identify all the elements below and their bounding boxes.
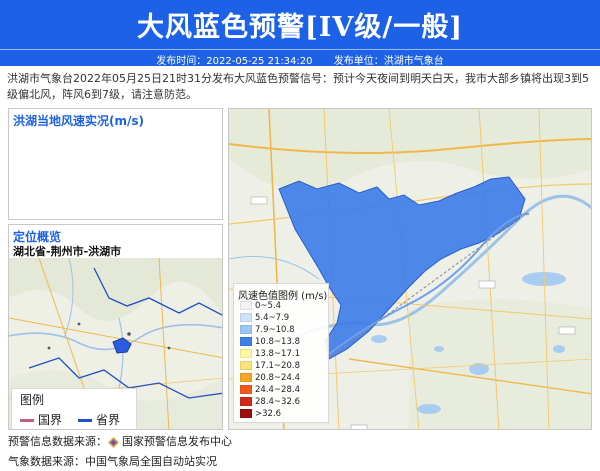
warning-source-label: 预警信息数据来源： [8, 435, 107, 448]
header-divider [0, 49, 600, 50]
warning-header: 大风蓝色预警[IV级/一般] 发布时间：2022-05-25 21:34:20 … [0, 0, 600, 67]
province-border-line-icon [78, 419, 92, 422]
national-border-line-icon [20, 419, 34, 422]
warning-description: 洪湖市气象台2022年05月25日21时31分发布大风蓝色预警信号：预计今天夜间… [7, 72, 589, 101]
warning-center-logo-icon [108, 436, 119, 448]
color-swatch-icon [240, 373, 252, 382]
wind-legend-item: 0~5.4 [240, 301, 281, 312]
wind-legend-item: >32.6 [240, 409, 281, 420]
wind-legend-item: 7.9~10.8 [240, 325, 295, 336]
wind-legend-title: 风速色值图例 (m/s) [238, 291, 328, 302]
legend-national-border: 国界 [20, 411, 62, 428]
wind-speed-panel: 洪湖当地风速实况(m/s) [8, 108, 223, 220]
warning-meta: 发布时间：2022-05-25 21:34:20 发布单位：洪湖市气象台 [0, 52, 600, 67]
color-swatch-icon [240, 409, 252, 418]
publisher: 发布单位：洪湖市气象台 [333, 56, 444, 67]
warning-source-name[interactable]: 国家预警信息发布中心 [122, 435, 232, 448]
color-swatch-icon [240, 325, 252, 334]
color-swatch-icon [240, 349, 252, 358]
location-name: 湖北省-荆州市-洪湖市 [13, 245, 122, 258]
wind-legend-item: 20.8~24.4 [240, 373, 300, 384]
location-overview-panel: 定位概览 湖北省-荆州市-洪湖市 图例 国界 省界 [8, 224, 223, 430]
color-swatch-icon [240, 301, 252, 310]
color-swatch-icon [240, 385, 252, 394]
color-swatch-icon [240, 337, 252, 346]
color-swatch-icon [240, 313, 252, 322]
wind-speed-legend: 风速色值图例 (m/s) 0~5.4 5.4~7.9 7.9~10.8 10.8… [233, 283, 329, 423]
weather-source: 气象数据来源：中国气象局全国自动站实况 [8, 455, 217, 468]
wind-legend-item: 10.8~13.8 [240, 337, 300, 348]
warning-area-map[interactable]: 风速色值图例 (m/s) 0~5.4 5.4~7.9 7.9~10.8 10.8… [228, 108, 592, 430]
legend-province-border: 省界 [78, 411, 120, 428]
wind-legend-item: 13.8~17.1 [240, 349, 300, 360]
warning-source: 预警信息数据来源： 国家预警信息发布中心 [8, 433, 232, 449]
overview-legend: 图例 国界 省界 [11, 388, 137, 429]
color-swatch-icon [240, 397, 252, 406]
color-swatch-icon [240, 361, 252, 370]
wind-speed-title: 洪湖当地风速实况(m/s) [13, 114, 144, 128]
wind-legend-item: 28.4~32.6 [240, 397, 300, 408]
overview-legend-title: 图例 [20, 393, 45, 407]
wind-legend-item: 5.4~7.9 [240, 313, 289, 324]
wind-legend-item: 24.4~28.4 [240, 385, 300, 396]
wind-legend-item: 17.1~20.8 [240, 361, 300, 372]
publish-time: 发布时间：2022-05-25 21:34:20 [156, 56, 313, 67]
warning-title: 大风蓝色预警[IV级/一般] [137, 12, 463, 43]
